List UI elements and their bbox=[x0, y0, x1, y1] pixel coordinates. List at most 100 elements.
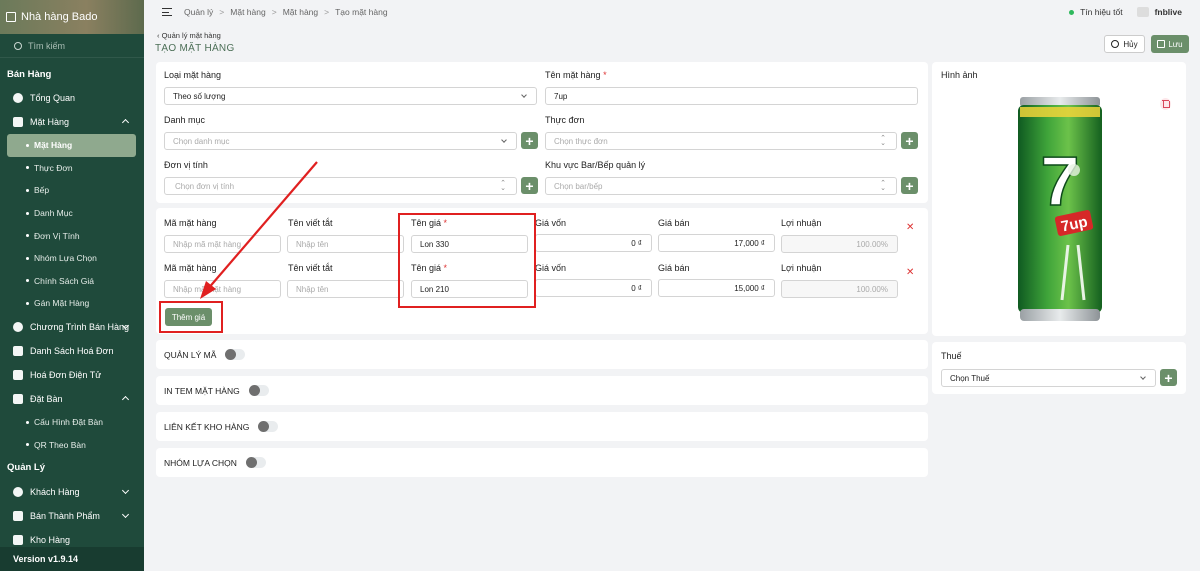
type-value: Theo số lượng bbox=[173, 91, 226, 101]
save-button[interactable]: Lưu bbox=[1151, 35, 1189, 53]
top-right-status: Tín hiệu tốt fnblive bbox=[1069, 0, 1182, 24]
toggle-label: LIÊN KẾT KHO HÀNG bbox=[164, 421, 250, 432]
add-area-button[interactable]: + bbox=[901, 177, 918, 194]
tax-select[interactable]: Chọn Thuế bbox=[941, 369, 1156, 387]
user-name[interactable]: fnblive bbox=[1155, 7, 1182, 17]
bullet-icon bbox=[26, 211, 29, 215]
breadcrumb-item[interactable]: Quản lý bbox=[184, 7, 213, 17]
breadcrumb-item[interactable]: Mặt hàng bbox=[283, 7, 318, 17]
sidebar-sub-option-group[interactable]: Nhóm Lựa Chọn bbox=[0, 247, 144, 270]
category-label: Danh mục bbox=[164, 115, 206, 125]
users-icon bbox=[13, 486, 23, 497]
image-label: Hình ảnh bbox=[941, 70, 978, 80]
cloche-icon bbox=[13, 117, 23, 127]
updown-icon: ⌃ ⌄ bbox=[500, 180, 506, 192]
cancel-button[interactable]: Hủy bbox=[1104, 35, 1145, 53]
name-value: 7up bbox=[554, 91, 568, 101]
unit-select[interactable]: Chọn đơn vị tính ⌃ ⌄ bbox=[164, 177, 517, 195]
add-unit-button[interactable]: + bbox=[521, 177, 538, 194]
sidebar-sub-kitchen[interactable]: Bếp bbox=[0, 179, 144, 202]
short-name-input[interactable]: Nhập tên bbox=[287, 235, 404, 253]
sub-label: Danh Mục bbox=[34, 208, 73, 219]
sidebar-item-promotions[interactable]: Chương Trình Bán Hàng bbox=[0, 315, 144, 339]
sidebar-item-booking[interactable]: Đặt Bàn bbox=[0, 387, 144, 411]
back-link-label: Quản lý mặt hàng bbox=[161, 31, 221, 40]
sidebar-item-label: Hoá Đơn Điện Tử bbox=[30, 369, 102, 380]
sidebar-sub-category[interactable]: Danh Mục bbox=[0, 202, 144, 225]
sidebar-sub-booking-config[interactable]: Cấu Hình Đặt Bàn bbox=[0, 411, 144, 434]
sidebar-item-customers[interactable]: Khách Hàng bbox=[0, 480, 144, 504]
sidebar-item-invoices[interactable]: Danh Sách Hoá Đơn bbox=[0, 339, 144, 363]
short-name-input[interactable]: Nhập tên bbox=[287, 280, 404, 298]
profit-field: 100.00% bbox=[781, 235, 898, 253]
bullet-icon bbox=[26, 420, 29, 424]
bullet-icon bbox=[26, 301, 29, 305]
sub-label: Gán Mặt Hàng bbox=[34, 298, 90, 309]
sidebar-sub-menu[interactable]: Thực Đơn bbox=[0, 157, 144, 180]
sidebar-sub-products[interactable]: Mặt Hàng bbox=[7, 134, 136, 157]
restaurant-header[interactable]: Nhà hàng Bado bbox=[0, 0, 144, 34]
cost-value: 0 ₫ bbox=[631, 283, 642, 293]
cost-label: Giá vốn bbox=[535, 218, 567, 228]
delete-price-icon[interactable]: ✕ bbox=[906, 267, 914, 278]
code-input[interactable]: Nhập mã mặt hàng bbox=[164, 280, 281, 298]
sidebar-item-label: Chương Trình Bán Hàng bbox=[30, 321, 129, 332]
breadcrumb-item[interactable]: Mặt hàng bbox=[230, 7, 265, 17]
breadcrumb-separator: > bbox=[324, 7, 330, 17]
product-image[interactable]: 7 7up bbox=[1016, 95, 1104, 325]
sell-input[interactable]: 15,000 ₫ bbox=[658, 279, 775, 297]
cost-input[interactable]: 0 ₫ bbox=[535, 234, 652, 252]
toggle-switch[interactable] bbox=[225, 349, 246, 360]
sidebar-sub-qr-table[interactable]: QR Theo Bàn bbox=[0, 433, 144, 456]
user-avatar-icon[interactable] bbox=[1136, 7, 1149, 17]
sell-input[interactable]: 17,000 ₫ bbox=[658, 234, 775, 252]
sidebar-item-products[interactable]: Mặt Hàng bbox=[0, 110, 144, 134]
sidebar-sub-assign[interactable]: Gán Mặt Hàng bbox=[0, 292, 144, 315]
toggle-switch[interactable] bbox=[245, 457, 266, 468]
toggle-switch[interactable] bbox=[248, 385, 269, 396]
bullet-icon bbox=[26, 143, 29, 147]
menu-select[interactable]: Chọn thực đơn ⌃ ⌄ bbox=[545, 132, 897, 150]
page-title: TẠO MẶT HÀNG bbox=[155, 43, 235, 54]
sidebar-item-overview[interactable]: Tổng Quan bbox=[0, 86, 144, 110]
add-tax-button[interactable]: + bbox=[1160, 369, 1177, 386]
delete-price-icon[interactable]: ✕ bbox=[906, 222, 914, 233]
code-input[interactable]: Nhập mã mặt hàng bbox=[164, 235, 281, 253]
toggle-row-code: QUẢN LÝ MÃ bbox=[156, 340, 928, 369]
toggle-row-option-group: NHÓM LỰA CHỌN bbox=[156, 448, 928, 477]
highlight-box-add-price bbox=[159, 301, 223, 333]
type-select[interactable]: Theo số lượng bbox=[164, 87, 537, 105]
code-label: Mã mặt hàng bbox=[164, 218, 217, 228]
cancel-label: Hủy bbox=[1123, 39, 1138, 49]
profit-field: 100.00% bbox=[781, 280, 898, 298]
dashboard-icon bbox=[13, 93, 23, 103]
sidebar-sub-price-policy[interactable]: Chính Sách Giá bbox=[0, 270, 144, 293]
sidebar-item-label: Mặt Hàng bbox=[30, 117, 70, 127]
save-icon bbox=[1157, 40, 1166, 48]
sidebar-item-semi-products[interactable]: Bán Thành Phẩm bbox=[0, 504, 144, 528]
trash-icon[interactable] bbox=[1160, 98, 1171, 110]
area-select[interactable]: Chọn bar/bếp ⌃ ⌄ bbox=[545, 177, 897, 195]
bullet-icon bbox=[26, 166, 29, 170]
tax-placeholder: Chọn Thuế bbox=[950, 373, 990, 383]
back-link[interactable]: ‹ Quản lý mặt hàng bbox=[157, 31, 221, 40]
name-input[interactable]: 7up bbox=[545, 87, 918, 105]
category-select[interactable]: Chọn danh mục bbox=[164, 132, 517, 150]
add-menu-button[interactable]: + bbox=[901, 132, 918, 149]
warehouse-icon bbox=[13, 534, 23, 545]
sidebar-item-label: Kho Hàng bbox=[30, 534, 71, 545]
menu-icon[interactable] bbox=[162, 8, 172, 16]
bullet-icon bbox=[26, 279, 29, 283]
short-name-label: Tên viết tắt bbox=[288, 218, 333, 228]
sidebar-item-einvoice[interactable]: Hoá Đơn Điện Tử bbox=[0, 363, 144, 387]
code-placeholder: Nhập mã mặt hàng bbox=[173, 284, 242, 294]
toggle-switch[interactable] bbox=[258, 421, 279, 432]
store-icon bbox=[6, 12, 16, 22]
cost-input[interactable]: 0 ₫ bbox=[535, 279, 652, 297]
chevron-down-icon bbox=[121, 486, 130, 494]
toggle-label: QUẢN LÝ MÃ bbox=[164, 349, 217, 360]
signal-dot-icon bbox=[1069, 9, 1075, 15]
sidebar-search[interactable]: Tìm kiếm bbox=[0, 34, 144, 58]
sidebar-sub-unit[interactable]: Đơn Vị Tính bbox=[0, 224, 144, 247]
add-category-button[interactable]: + bbox=[521, 132, 538, 149]
